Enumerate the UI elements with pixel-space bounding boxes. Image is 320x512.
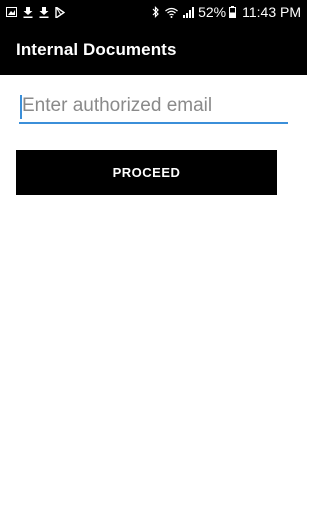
email-field[interactable] xyxy=(19,92,288,120)
email-field-container xyxy=(19,92,288,124)
wifi-icon xyxy=(165,7,178,18)
status-bar-system: 52% 11:43 PM xyxy=(147,4,301,20)
app-bar: Internal Documents xyxy=(0,24,307,75)
signal-icon xyxy=(183,6,195,18)
status-bar-notifications xyxy=(6,6,71,18)
status-bar: 52% 11:43 PM xyxy=(0,0,307,24)
proceed-button[interactable]: PROCEED xyxy=(16,150,277,195)
download-icon xyxy=(23,6,33,18)
battery-icon xyxy=(229,6,237,18)
battery-percent: 52% xyxy=(198,4,227,20)
status-time: 11:43 PM xyxy=(242,4,301,20)
download-icon xyxy=(39,6,49,18)
bluetooth-icon xyxy=(152,6,160,18)
page-title: Internal Documents xyxy=(16,39,177,59)
play-store-icon xyxy=(55,6,65,18)
text-cursor xyxy=(20,95,22,119)
image-icon xyxy=(6,7,17,17)
